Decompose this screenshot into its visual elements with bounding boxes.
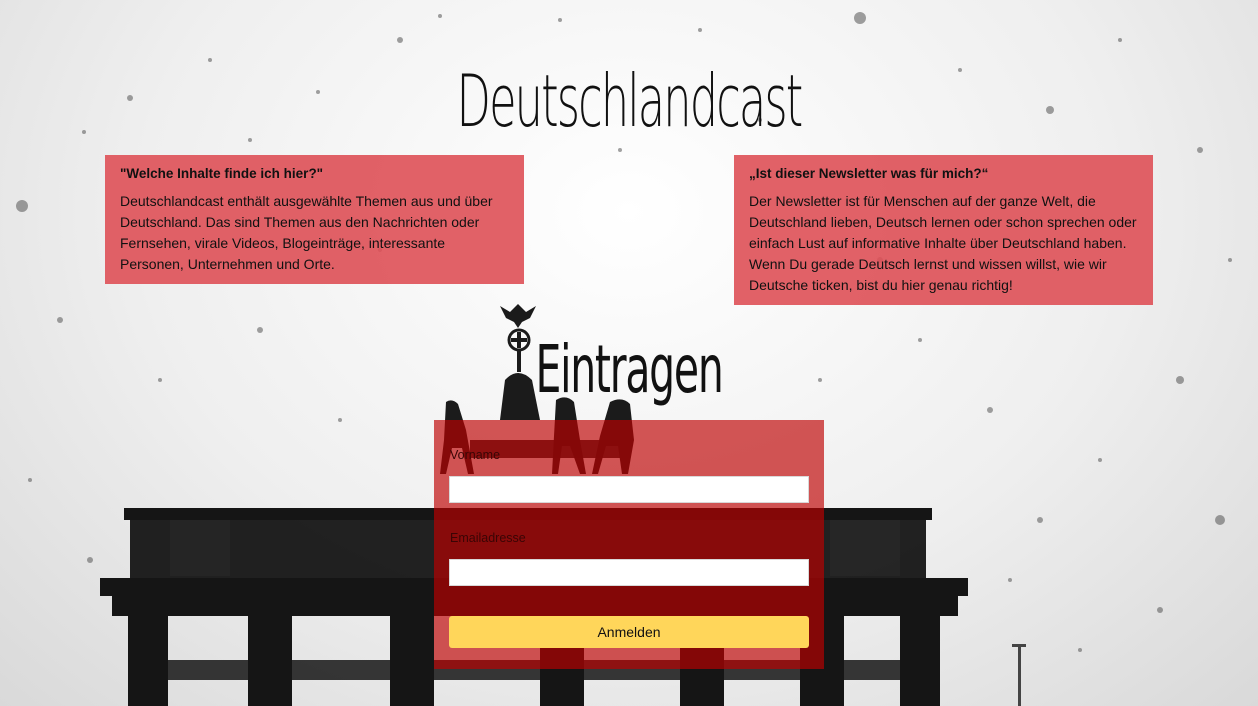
email-input[interactable] [449,559,809,586]
signup-heading: Eintragen [535,331,723,408]
info-box-audience: „Ist dieser Newsletter was für mich?“ De… [734,155,1153,305]
info-box-content: "Welche Inhalte finde ich hier?" Deutsch… [105,155,524,284]
info-text-content: Deutschlandcast enthält ausgewählte Them… [120,193,493,272]
first-name-input[interactable] [449,476,809,503]
first-name-label: Vorname [450,448,501,462]
page: Deutschlandcast "Welche Inhalte finde ic… [0,0,1258,706]
info-text-audience: Der Newsletter ist für Menschen auf der … [749,193,1137,293]
site-title: Deutschlandcast [456,59,804,143]
email-label: Emailadresse [450,531,526,545]
info-question-content: "Welche Inhalte finde ich hier?" [120,166,324,181]
signup-form: Vorname Emailadresse Anmelden [434,420,824,669]
info-question-audience: „Ist dieser Newsletter was für mich?“ [749,166,989,181]
subscribe-button[interactable]: Anmelden [449,616,809,648]
